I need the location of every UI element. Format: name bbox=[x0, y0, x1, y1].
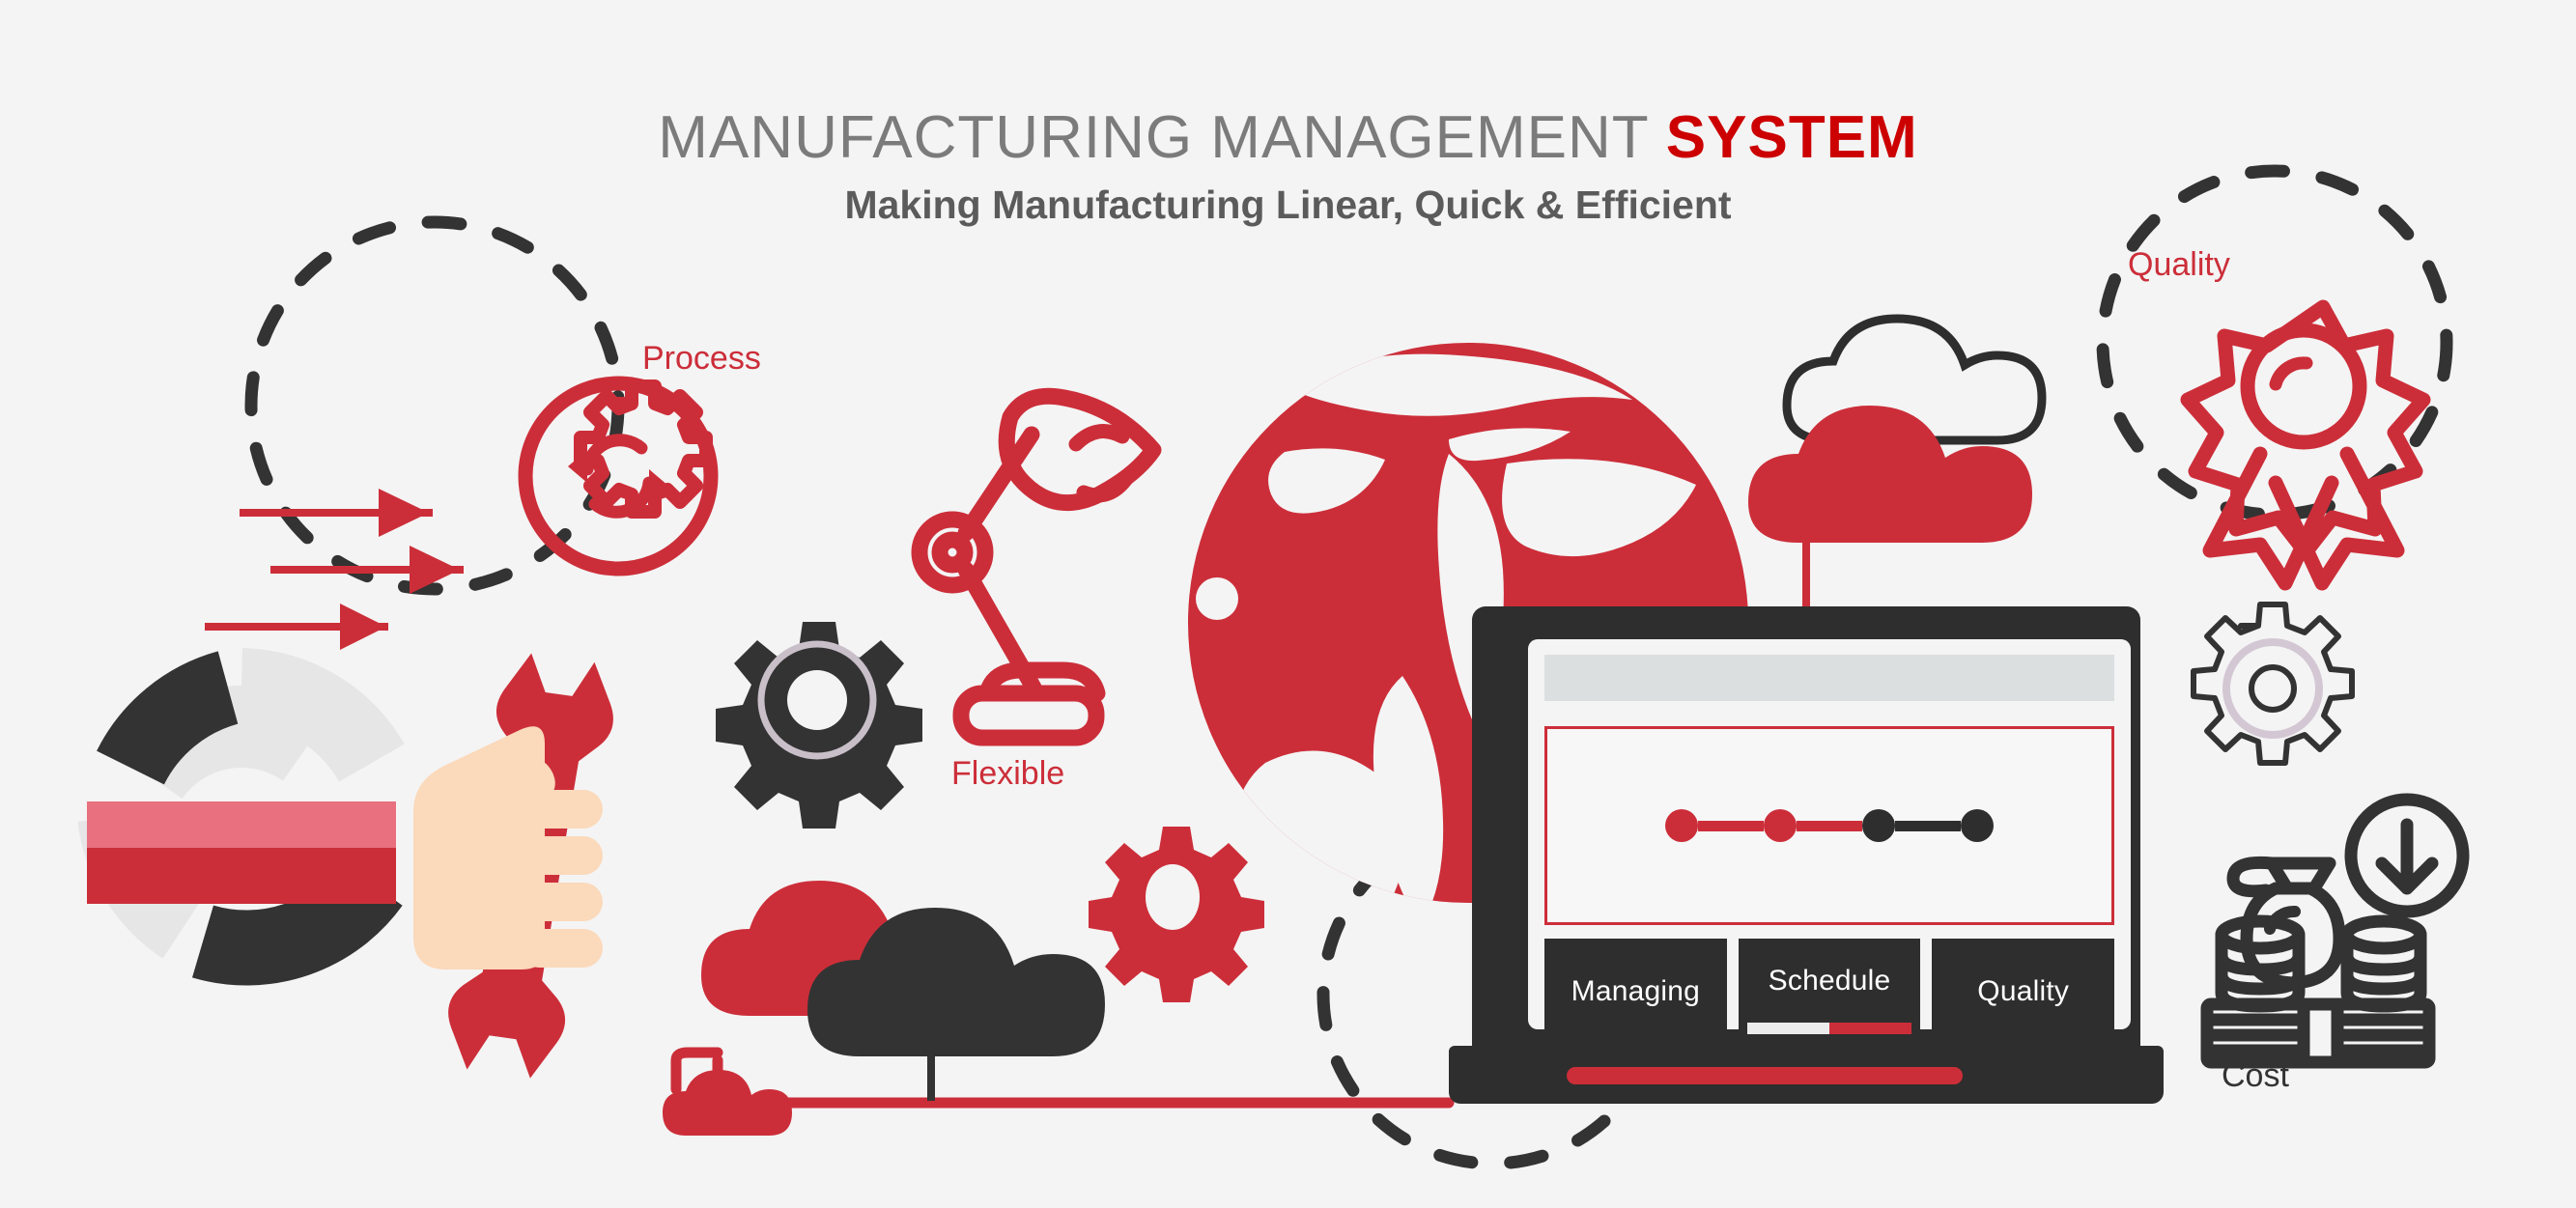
flow-dot-3[interactable] bbox=[1862, 809, 1895, 842]
down-arrow-circle-icon bbox=[2344, 793, 2470, 918]
flow-diagram-panel bbox=[1544, 726, 2114, 925]
desk-lamp-icon bbox=[911, 387, 1162, 746]
flow-segment-3 bbox=[1895, 820, 1961, 831]
tile-managing-label: Managing bbox=[1571, 975, 1701, 1007]
screen-top-bar bbox=[1544, 655, 2114, 701]
gear-outline-icon bbox=[2191, 602, 2355, 766]
tile-quality[interactable]: Quality bbox=[1932, 939, 2115, 1045]
laptop-illustration: Managing Schedule Quality bbox=[1449, 606, 2164, 1118]
illustration-layer bbox=[77, 164, 2470, 1170]
tile-managing[interactable]: Managing bbox=[1544, 939, 1727, 1045]
gear-solid-red-icon bbox=[1089, 827, 1264, 1002]
tile-schedule[interactable]: Schedule bbox=[1738, 939, 1921, 1045]
cloud-small-red-icon bbox=[663, 1070, 792, 1136]
flow-segment-2 bbox=[1797, 820, 1862, 831]
quality-badge-icon bbox=[2180, 299, 2431, 591]
flow-segment-1 bbox=[1698, 820, 1764, 831]
laptop-base bbox=[1449, 1046, 2164, 1104]
red-arrow-icon-1 bbox=[240, 489, 433, 537]
flow-dot-1[interactable] bbox=[1665, 809, 1698, 842]
gear-solid-dark-icon bbox=[716, 622, 922, 829]
schedule-progress-fill bbox=[1829, 1023, 1912, 1034]
flow-dot-2[interactable] bbox=[1764, 809, 1797, 842]
laptop-lid: Managing Schedule Quality bbox=[1472, 606, 2140, 1076]
schedule-progress-bar bbox=[1746, 1023, 1912, 1034]
red-arrow-icon-3 bbox=[205, 604, 388, 650]
flow-track bbox=[1665, 809, 1994, 842]
infographic-canvas: MANUFACTURING MANAGEMENT SYSTEM Making M… bbox=[0, 0, 2576, 1208]
laptop-trackpad bbox=[1567, 1067, 1963, 1084]
process-gear-icon bbox=[518, 376, 719, 576]
tile-quality-label: Quality bbox=[1977, 975, 2070, 1007]
flow-dot-4[interactable] bbox=[1961, 809, 1994, 842]
donut-chart-icon bbox=[77, 648, 405, 986]
money-stack-icon bbox=[2200, 856, 2436, 1069]
laptop-screen: Managing Schedule Quality bbox=[1528, 639, 2131, 1076]
dashboard-tiles: Managing Schedule Quality bbox=[1544, 939, 2115, 1045]
hand-wrench-icon bbox=[413, 653, 613, 1079]
tile-schedule-label: Schedule bbox=[1768, 965, 1891, 997]
